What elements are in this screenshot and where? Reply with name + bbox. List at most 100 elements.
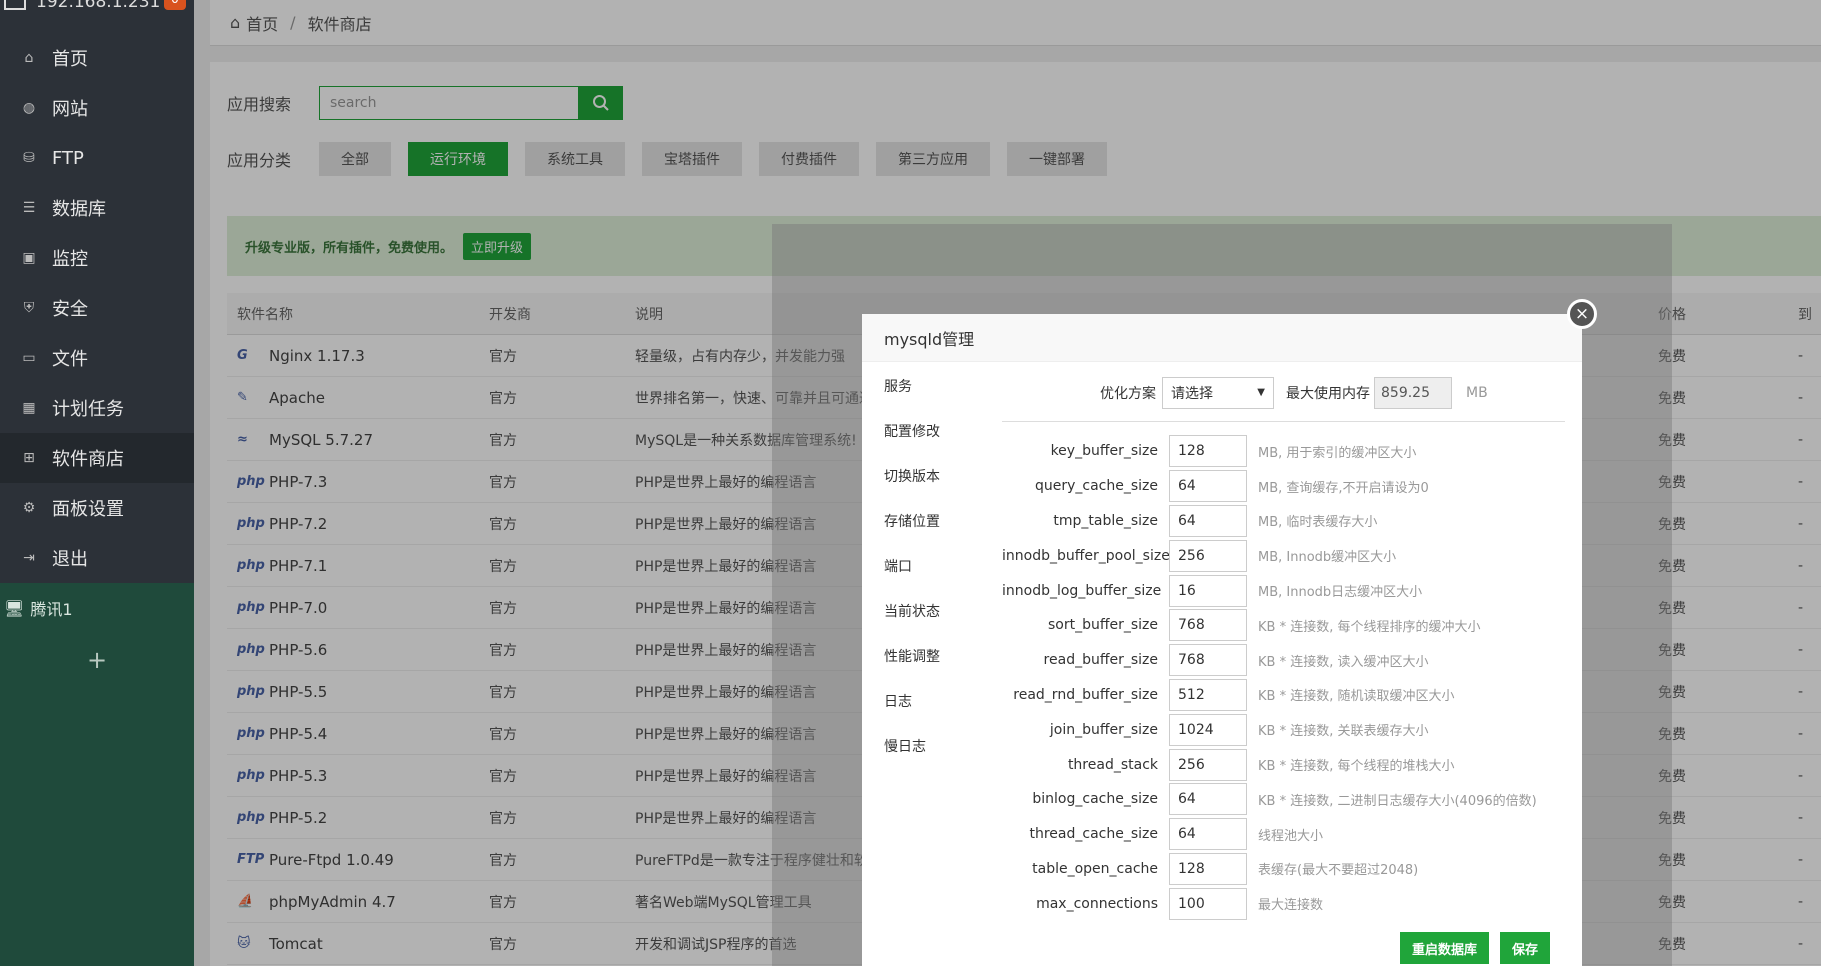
- param-row: thread_cache_size 64 线程池大小: [1002, 817, 1565, 852]
- sidebar-item-9[interactable]: ⚙ 面板设置: [0, 483, 194, 533]
- add-server-button[interactable]: +: [0, 640, 194, 680]
- param-input[interactable]: 64: [1169, 504, 1247, 537]
- param-input[interactable]: 64: [1169, 818, 1247, 851]
- param-row: max_connections 100 最大连接数: [1002, 886, 1565, 921]
- param-description: KB * 连接数, 二进制日志缓存大小(4096的倍数): [1258, 793, 1537, 809]
- param-row: read_rnd_buffer_size 512 KB * 连接数, 随机读取缓冲区…: [1002, 678, 1565, 713]
- sidebar: 192.168.1.231 0 ⌂ 首页 ◍ 网站 ⛁ FTP ☰ 数据库 ▣ 监控 ⛨ 安全 ▭ 文件 ▦…: [0, 0, 194, 966]
- param-key: thread_stack: [1067, 756, 1158, 773]
- optimize-select[interactable]: 请选择 ▼: [1162, 376, 1274, 409]
- param-input[interactable]: 100: [1169, 887, 1247, 920]
- sidebar-item-label: 退出: [52, 549, 88, 570]
- param-key: binlog_cache_size: [1032, 791, 1158, 808]
- sidebar-item-label: 数据库: [52, 199, 106, 220]
- sidebar-item-7[interactable]: ▦ 计划任务: [0, 383, 194, 433]
- gear-icon: ⚙: [22, 500, 36, 516]
- dialog-menu: 服务 配置修改 切换版本 存储位置 端口 当前状态 性能调整 日志 慢日志: [884, 376, 940, 781]
- param-input[interactable]: 512: [1169, 678, 1247, 711]
- calendar-icon: ▦: [22, 400, 36, 416]
- param-row: join_buffer_size 1024 KB * 连接数, 关联表缓存大小: [1002, 712, 1565, 747]
- monitor-icon: [4, 0, 26, 10]
- sidebar-item-8[interactable]: ⊞ 软件商店: [0, 433, 194, 483]
- home-icon: ⌂: [24, 50, 34, 66]
- dialog-menu-item-6[interactable]: 性能调整: [884, 646, 940, 691]
- sidebar-item-label: 计划任务: [52, 399, 124, 420]
- param-row: thread_stack 256 KB * 连接数, 每个线程的堆栈大小: [1002, 747, 1565, 782]
- sidebar-item-0[interactable]: ⌂ 首页: [0, 33, 194, 83]
- sidebar-item-5[interactable]: ⛨ 安全: [0, 283, 194, 333]
- param-description: 最大连接数: [1258, 898, 1324, 914]
- dialog-menu-item-4[interactable]: 端口: [884, 556, 940, 601]
- dialog-menu-item-1[interactable]: 配置修改: [884, 421, 940, 466]
- param-input[interactable]: 768: [1169, 609, 1247, 642]
- sidebar-item-3[interactable]: ☰ 数据库: [0, 183, 194, 233]
- dialog-menu-item-8[interactable]: 慢日志: [884, 736, 940, 781]
- param-key: read_buffer_size: [1043, 652, 1158, 669]
- param-description: KB * 连接数, 随机读取缓冲区大小: [1258, 689, 1455, 705]
- param-input[interactable]: 1024: [1169, 713, 1247, 746]
- param-row: tmp_table_size 64 MB, 临时表缓存大小: [1002, 504, 1565, 539]
- sidebar-item-2[interactable]: ⛁ FTP: [0, 133, 194, 183]
- shield-icon: ⛨: [23, 300, 35, 316]
- sidebar-item-label: 文件: [52, 349, 88, 370]
- param-key: read_rnd_buffer_size: [1013, 686, 1158, 703]
- server-icon: 🖥: [4, 598, 25, 618]
- sidebar-item-label: 安全: [52, 299, 88, 320]
- notification-badge[interactable]: 0: [164, 0, 186, 10]
- dialog-menu-item-5[interactable]: 当前状态: [884, 601, 940, 646]
- close-icon[interactable]: ×: [1567, 299, 1597, 329]
- sidebar-item-label: 软件商店: [52, 449, 124, 470]
- logout-icon: ⇥: [23, 550, 35, 566]
- optimize-value: 请选择: [1171, 385, 1213, 402]
- param-row: binlog_cache_size 64 KB * 连接数, 二进制日志缓存大小(4…: [1002, 782, 1565, 817]
- dialog-menu-item-0[interactable]: 服务: [884, 376, 940, 421]
- optimize-row: 优化方案 请选择 ▼ 最大使用内存 859.25 MB: [1002, 376, 1565, 422]
- param-description: MB, 查询缓存,不开启请设为0: [1258, 480, 1429, 496]
- param-input[interactable]: 256: [1169, 539, 1247, 572]
- param-description: KB * 连接数, 关联表缓存大小: [1258, 724, 1429, 740]
- dialog-menu-item-3[interactable]: 存储位置: [884, 511, 940, 556]
- param-input[interactable]: 64: [1169, 470, 1247, 503]
- param-description: 线程池大小: [1258, 828, 1324, 844]
- param-input[interactable]: 768: [1169, 644, 1247, 677]
- max-memory-unit: MB: [1466, 384, 1488, 401]
- param-key: innodb_buffer_pool_size: [1002, 547, 1170, 564]
- param-input[interactable]: 128: [1169, 435, 1247, 468]
- sidebar-item-10[interactable]: ⇥ 退出: [0, 533, 194, 583]
- sidebar-item-label: 网站: [52, 99, 88, 120]
- save-button[interactable]: 保存: [1500, 932, 1551, 964]
- sidebar-item-4[interactable]: ▣ 监控: [0, 233, 194, 283]
- param-input[interactable]: 256: [1169, 748, 1247, 781]
- param-input[interactable]: 64: [1169, 783, 1247, 816]
- param-input[interactable]: 16: [1169, 574, 1247, 607]
- dialog-menu-item-7[interactable]: 日志: [884, 691, 940, 736]
- server-item[interactable]: 🖥 腾讯1: [0, 583, 194, 633]
- max-memory-label: 最大使用内存: [1286, 385, 1370, 402]
- dialog-title: mysqld管理: [862, 314, 1582, 362]
- param-row: innodb_buffer_pool_size 256 MB, Innodb缓冲区大…: [1002, 538, 1565, 573]
- grid-icon: ⊞: [23, 450, 35, 466]
- param-description: MB, 用于索引的缓冲区大小: [1258, 445, 1417, 461]
- sidebar-item-label: 监控: [52, 249, 88, 270]
- dropdown-arrow-icon: ▼: [1257, 387, 1265, 398]
- monitor-icon: ▣: [22, 250, 36, 266]
- sidebar-item-6[interactable]: ▭ 文件: [0, 333, 194, 383]
- restart-database-button[interactable]: 重启数据库: [1400, 932, 1490, 964]
- ftp-icon: ⛁: [23, 150, 35, 166]
- optimize-label: 优化方案: [1100, 385, 1156, 402]
- param-key: max_connections: [1036, 895, 1158, 912]
- server-name: 腾讯1: [30, 600, 73, 619]
- dialog-menu-item-2[interactable]: 切换版本: [884, 466, 940, 511]
- param-input[interactable]: 128: [1169, 852, 1247, 885]
- param-row: read_buffer_size 768 KB * 连接数, 读入缓冲区大小: [1002, 643, 1565, 678]
- max-memory-input[interactable]: 859.25: [1374, 376, 1452, 409]
- param-description: KB * 连接数, 读入缓冲区大小: [1258, 654, 1429, 670]
- param-row: innodb_log_buffer_size 16 MB, Innodb日志缓冲区大…: [1002, 573, 1565, 608]
- param-description: 表缓存(最大不要超过2048): [1258, 863, 1419, 879]
- server-header[interactable]: 192.168.1.231 0: [0, 0, 194, 14]
- database-icon: ☰: [22, 200, 36, 216]
- param-row: sort_buffer_size 768 KB * 连接数, 每个线程排序的缓冲大小: [1002, 608, 1565, 643]
- sidebar-item-1[interactable]: ◍ 网站: [0, 83, 194, 133]
- param-row: key_buffer_size 128 MB, 用于索引的缓冲区大小: [1002, 434, 1565, 469]
- param-row: table_open_cache 128 表缓存(最大不要超过2048): [1002, 852, 1565, 887]
